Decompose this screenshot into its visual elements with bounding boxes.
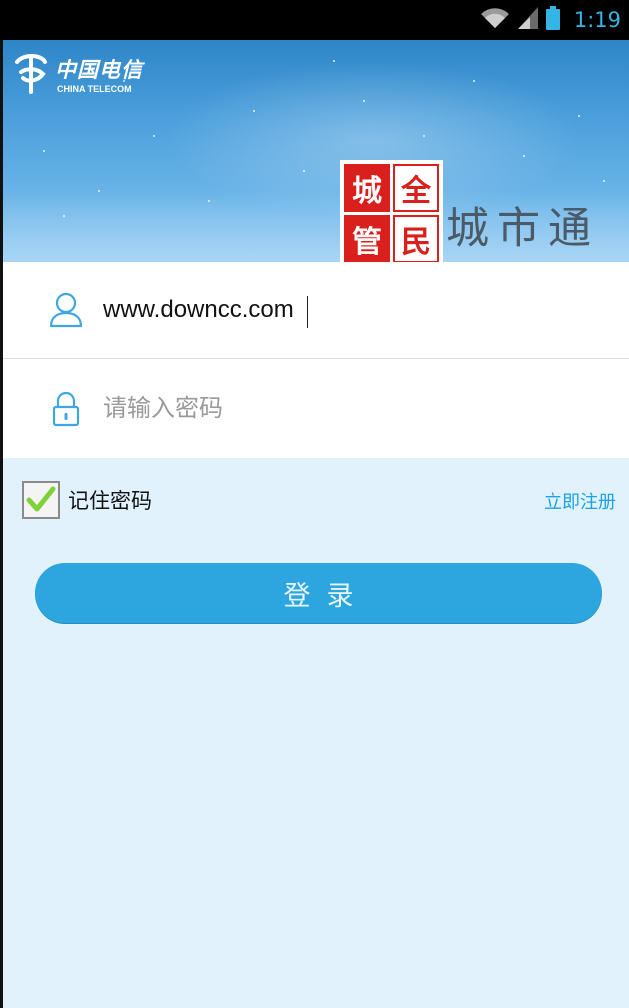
remember-password-label: 记住密码 (68, 489, 152, 513)
checkmark-icon (26, 486, 56, 512)
header-banner: 中国电信 CHINA TELECOM 城 全 管 民 城市通 (3, 40, 629, 262)
signal-icon (517, 7, 538, 33)
login-button[interactable]: 登录 (35, 563, 602, 623)
status-time: 1:19 (573, 8, 621, 32)
seal-logo: 城 全 管 民 (340, 160, 443, 262)
login-screen: 1:19 中国电信 CHINA TELECOM 城 全 管 民 城市通 www.… (0, 0, 629, 1008)
remember-row: 记住密码 立即注册 (22, 480, 616, 520)
seal-char: 民 (393, 215, 439, 262)
seal-char: 管 (344, 215, 390, 262)
text-cursor (307, 296, 308, 328)
seal-char: 全 (393, 164, 439, 212)
battery-icon (545, 6, 560, 34)
brand-name-cn: 中国电信 (55, 57, 143, 82)
password-input[interactable] (103, 388, 583, 429)
register-link[interactable]: 立即注册 (544, 488, 616, 514)
username-row (3, 262, 629, 359)
china-telecom-logo: 中国电信 CHINA TELECOM (13, 52, 143, 100)
brand-name-en: CHINA TELECOM (57, 84, 132, 94)
wifi-icon (480, 7, 510, 33)
lock-icon (49, 391, 83, 427)
username-input[interactable] (103, 290, 583, 330)
password-row (3, 360, 629, 457)
login-form (3, 262, 629, 458)
app-title: 城市通 (446, 204, 599, 254)
telecom-logo-icon (15, 54, 47, 94)
remember-password-checkbox[interactable] (22, 481, 60, 519)
user-icon (49, 292, 83, 328)
seal-char: 城 (344, 164, 390, 212)
status-bar: 1:19 (0, 0, 629, 40)
